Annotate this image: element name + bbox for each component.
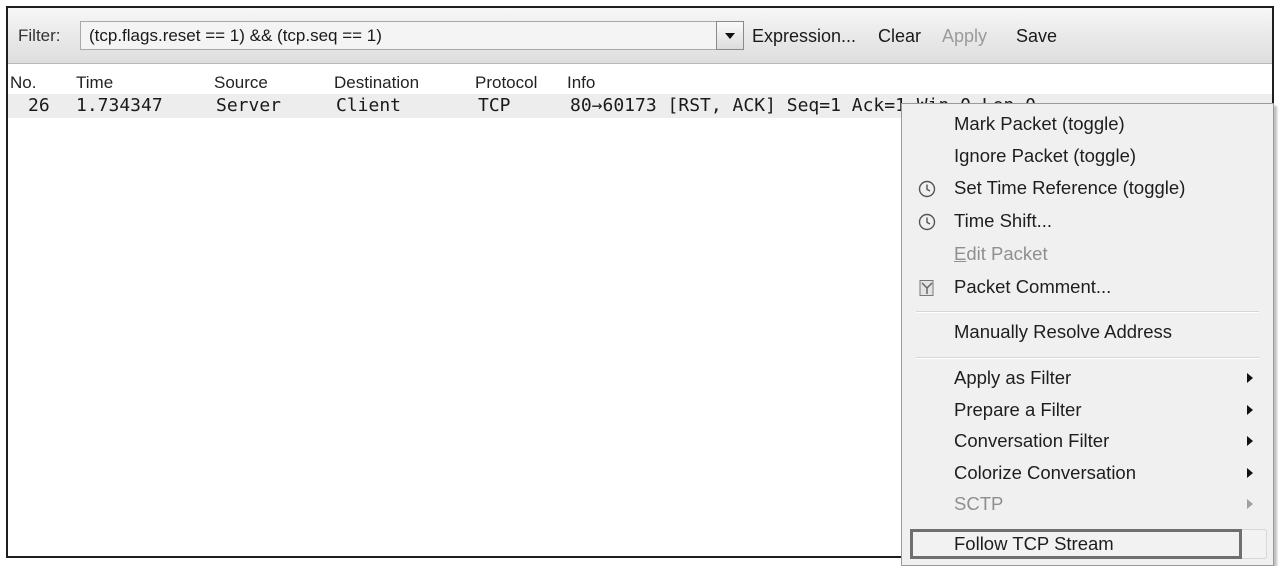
- comment-icon: [919, 280, 934, 296]
- menu-item-label: Ignore Packet (toggle): [954, 145, 1137, 166]
- filter-label: Filter:: [18, 26, 61, 45]
- menu-item-mark-packet[interactable]: Mark Packet (toggle): [902, 109, 1273, 139]
- menu-item-ignore-packet[interactable]: Ignore Packet (toggle): [902, 141, 1273, 171]
- menu-item-prepare-a-filter[interactable]: Prepare a Filter: [902, 395, 1273, 425]
- menu-item-apply-as-filter[interactable]: Apply as Filter: [902, 363, 1273, 393]
- submenu-arrow-icon: [1247, 468, 1253, 478]
- menu-item-label: Edit Packet: [954, 243, 1048, 265]
- packet-source: Server: [216, 95, 282, 116]
- menu-item-label: Conversation Filter: [954, 430, 1110, 451]
- column-header-protocol[interactable]: Protocol: [475, 73, 537, 93]
- chevron-down-icon: [725, 32, 735, 39]
- packet-protocol: TCP: [478, 95, 511, 116]
- menu-item-label: Mark Packet (toggle): [954, 113, 1125, 134]
- menu-item-edit-packet[interactable]: Edit Packet: [902, 239, 1273, 269]
- clock-icon: [918, 180, 936, 198]
- menu-item-label: Colorize Conversation: [954, 462, 1137, 483]
- menu-item-label: Time Shift...: [954, 210, 1053, 231]
- expression-button[interactable]: Expression...: [752, 26, 856, 47]
- menu-separator: [916, 311, 1259, 313]
- menu-item-colorize-conversation[interactable]: Colorize Conversation: [902, 458, 1273, 488]
- column-header-time[interactable]: Time: [76, 73, 113, 93]
- clear-button[interactable]: Clear: [878, 26, 921, 47]
- menu-item-packet-comment[interactable]: Packet Comment...: [902, 272, 1273, 302]
- apply-button[interactable]: Apply: [942, 26, 987, 47]
- display-filter-input[interactable]: (tcp.flags.reset == 1) && (tcp.seq == 1): [80, 21, 744, 50]
- packet-list-header: No. Time Source Destination Protocol Inf…: [8, 70, 1272, 94]
- menu-separator: [916, 357, 1259, 359]
- submenu-arrow-icon: [1247, 499, 1253, 509]
- menu-item-label: Prepare a Filter: [954, 399, 1082, 420]
- packet-no: 26: [28, 95, 50, 116]
- menu-item-sctp[interactable]: SCTP: [902, 489, 1273, 519]
- submenu-arrow-icon: [1247, 405, 1253, 415]
- menu-item-label: Set Time Reference (toggle): [954, 177, 1186, 198]
- filter-history-dropdown[interactable]: [716, 21, 744, 50]
- menu-item-conversation-filter[interactable]: Conversation Filter: [902, 426, 1273, 456]
- column-header-info[interactable]: Info: [567, 73, 595, 93]
- menu-item-label: Apply as Filter: [954, 367, 1072, 388]
- menu-item-set-time-reference[interactable]: Set Time Reference (toggle): [902, 173, 1273, 203]
- menu-item-follow-tcp-stream[interactable]: Follow TCP Stream: [902, 529, 1273, 559]
- wireshark-window: Filter: (tcp.flags.reset == 1) && (tcp.s…: [6, 6, 1274, 566]
- menu-item-time-shift[interactable]: Time Shift...: [902, 206, 1273, 236]
- menu-item-label: Follow TCP Stream: [954, 533, 1114, 554]
- menu-item-label: SCTP: [954, 493, 1004, 514]
- menu-item-label: Manually Resolve Address: [954, 321, 1172, 342]
- mnemonic-letter: E: [954, 243, 967, 264]
- menu-item-label: Packet Comment...: [954, 276, 1112, 297]
- submenu-arrow-icon: [1247, 436, 1253, 446]
- column-header-destination[interactable]: Destination: [334, 73, 419, 93]
- menu-item-label-rest: dit Packet: [966, 243, 1048, 264]
- packet-destination: Client: [336, 95, 402, 116]
- filter-toolbar: Filter: (tcp.flags.reset == 1) && (tcp.s…: [8, 8, 1272, 64]
- submenu-arrow-icon: [1247, 373, 1253, 383]
- packet-time: 1.734347: [76, 95, 163, 116]
- clock-icon: [918, 213, 936, 231]
- column-header-source[interactable]: Source: [214, 73, 268, 93]
- packet-context-menu: Mark Packet (toggle) Ignore Packet (togg…: [901, 103, 1274, 566]
- column-header-no[interactable]: No.: [10, 73, 36, 93]
- save-button[interactable]: Save: [1016, 26, 1057, 47]
- menu-item-manually-resolve-address[interactable]: Manually Resolve Address: [902, 317, 1273, 347]
